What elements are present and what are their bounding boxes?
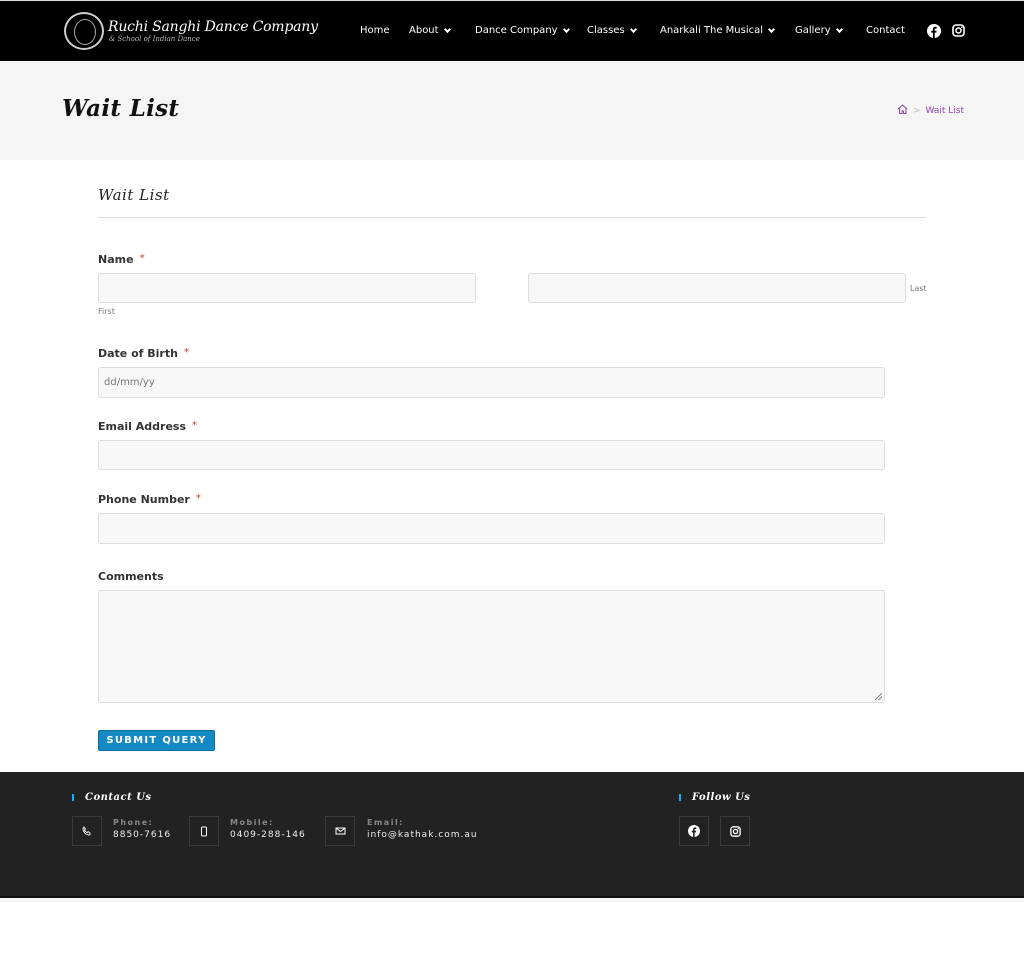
- footer-instagram-icon[interactable]: [720, 816, 750, 846]
- chevron-down-icon: [835, 25, 843, 33]
- chevron-down-icon: [443, 25, 451, 33]
- phone-value[interactable]: 8850-7616: [113, 830, 171, 840]
- last-name-sublabel: Last: [910, 284, 927, 293]
- phone-input[interactable]: [98, 513, 885, 544]
- form-divider: [98, 217, 926, 218]
- nav-label: Home: [360, 25, 390, 36]
- chevron-down-icon: [629, 25, 637, 33]
- instagram-icon[interactable]: [951, 23, 966, 38]
- page-title: Wait List: [62, 95, 180, 122]
- heading-accent-bar: [679, 794, 681, 801]
- nav-label: Contact: [866, 25, 905, 36]
- mobile-icon: [189, 816, 219, 846]
- main-nav: Home About Dance Company Classes Anarkal…: [0, 1, 1024, 62]
- email-label: Email:: [367, 818, 404, 827]
- required-marker: *: [139, 253, 145, 264]
- nav-gallery[interactable]: Gallery: [795, 25, 843, 36]
- required-marker: *: [195, 493, 201, 504]
- mobile-label: Mobile:: [230, 818, 274, 827]
- phone-icon: [72, 816, 102, 846]
- phone-label: Phone Number *: [98, 493, 201, 506]
- first-name-input[interactable]: [98, 273, 476, 303]
- site-header: Ruchi Sanghi Dance Company & School of I…: [0, 0, 1024, 61]
- last-name-input[interactable]: [528, 273, 906, 303]
- nav-label: About: [409, 25, 439, 36]
- comments-textarea[interactable]: [98, 590, 885, 703]
- breadcrumb-separator: >: [912, 105, 921, 116]
- first-name-sublabel: First: [98, 307, 115, 316]
- nav-about[interactable]: About: [409, 25, 451, 36]
- dob-label: Date of Birth *: [98, 347, 189, 360]
- nav-label: Dance Company: [475, 25, 558, 36]
- comments-label: Comments: [98, 570, 164, 583]
- resize-handle[interactable]: [875, 693, 882, 700]
- required-marker: *: [192, 420, 198, 431]
- mobile-value[interactable]: 0409-288-146: [230, 830, 306, 840]
- nav-anarkali[interactable]: Anarkali The Musical: [660, 25, 776, 36]
- page-bottom-strip: [0, 898, 1024, 902]
- nav-label: Anarkali The Musical: [660, 25, 764, 36]
- nav-label: Classes: [587, 25, 625, 36]
- form-title: Wait List: [98, 186, 170, 204]
- nav-home[interactable]: Home: [360, 25, 390, 36]
- submit-button[interactable]: SUBMIT QUERY: [98, 730, 215, 751]
- email-value[interactable]: info@kathak.com.au: [367, 830, 478, 840]
- breadcrumb: > Wait List: [897, 104, 964, 117]
- phone-label: Phone:: [113, 818, 154, 827]
- name-label: Name *: [98, 253, 145, 266]
- envelope-icon: [325, 816, 355, 846]
- nav-contact[interactable]: Contact: [866, 25, 905, 36]
- nav-classes[interactable]: Classes: [587, 25, 637, 36]
- nav-dance-company[interactable]: Dance Company: [475, 25, 570, 36]
- footer-facebook-icon[interactable]: [679, 816, 709, 846]
- required-marker: *: [183, 347, 189, 358]
- email-label: Email Address *: [98, 420, 198, 433]
- contact-heading: Contact Us: [72, 792, 152, 803]
- nav-label: Gallery: [795, 25, 831, 36]
- home-icon[interactable]: [897, 104, 908, 117]
- page-header: Wait List > Wait List: [0, 61, 1024, 160]
- follow-heading: Follow Us: [679, 792, 750, 803]
- facebook-icon[interactable]: [926, 23, 941, 38]
- chevron-down-icon: [768, 25, 776, 33]
- site-footer: Contact Us Phone: 8850-7616 Mobile: 0409…: [0, 772, 1024, 898]
- heading-accent-bar: [72, 794, 74, 801]
- email-input[interactable]: [98, 440, 885, 470]
- chevron-down-icon: [562, 25, 570, 33]
- breadcrumb-current[interactable]: Wait List: [926, 106, 964, 116]
- dob-input[interactable]: [98, 367, 885, 398]
